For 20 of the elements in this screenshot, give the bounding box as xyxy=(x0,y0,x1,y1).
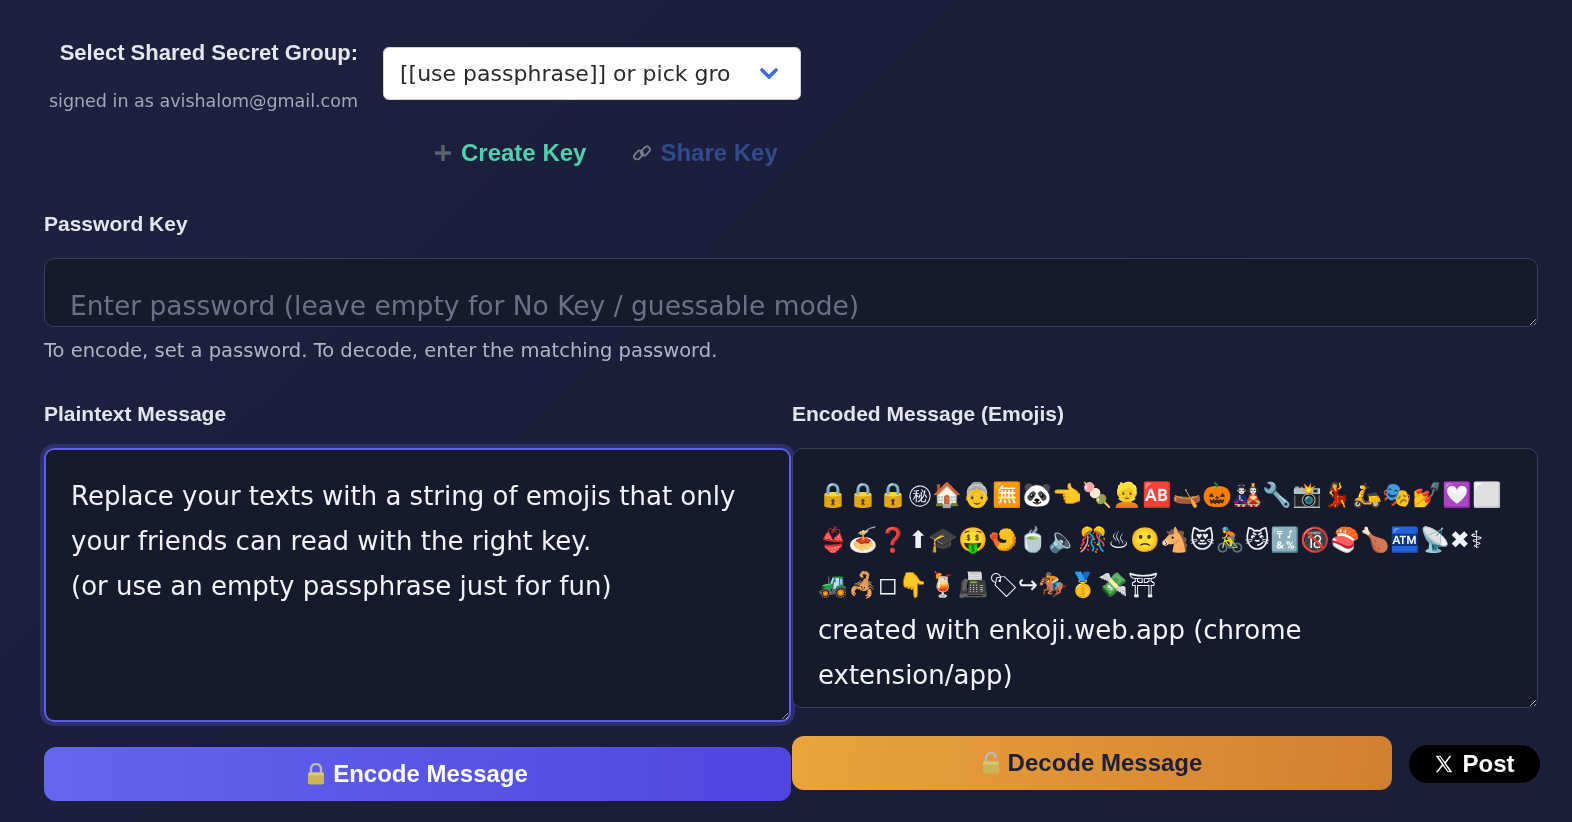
link-icon xyxy=(632,143,653,163)
create-key-link[interactable]: Create Key xyxy=(433,139,587,167)
open-padlock-icon xyxy=(981,752,1000,774)
password-field[interactable]: Enter password (leave empty for No Key / guessable mode) xyxy=(44,258,1538,327)
group-select[interactable]: [[use passphrase]] or pick gro xyxy=(383,47,801,100)
x-logo-icon xyxy=(1434,754,1455,774)
field-label: Encoded Message (Emojis) xyxy=(792,402,1065,426)
plus-icon xyxy=(433,143,453,163)
decode-button[interactable]: Decode Message xyxy=(792,736,1392,790)
chevron-down-icon xyxy=(760,67,778,80)
padlock-icon xyxy=(307,763,326,785)
signed-in-text: signed in as avishalom@gmail.com xyxy=(48,91,358,111)
encoded-field[interactable]: 🔒🔒🔒㊙🏠👵🈚🐼👈🍡👱🆎🛶🎃🎎🔧📸💃🛵🎭💅💟⬜👙🍝❓⬆🎓🤑🍤🍵🔈🎊♨🙁🐴😻🚴😼🔣🔞🍣🍗🏧📡✖⚕🚜🦂◻👇🍹📠🏷↪🏇🥇💸⛩ created with enkoji.web.app (chrome extension/app) xyxy=(792,448,1538,708)
group-label: Select Shared Secret Group: xyxy=(59,40,358,66)
hint-text: To encode, set a password. To decode, enter the matching password. xyxy=(44,339,719,362)
post-button[interactable]: Post xyxy=(1409,745,1540,783)
encode-button[interactable]: Encode Message xyxy=(44,747,791,801)
field-label: Plaintext Message xyxy=(44,402,228,426)
field-label: Password Key xyxy=(44,212,188,236)
plaintext-field[interactable]: Replace your texts with a string of emojis that only your friends can read with the right key. (or use an empty passphrase just for fun) xyxy=(44,448,791,722)
